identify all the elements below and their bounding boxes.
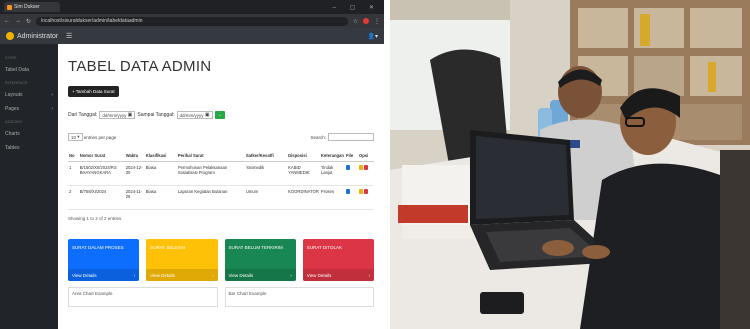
card-footer[interactable]: View Details › <box>224 269 296 281</box>
to-date-input[interactable]: dd/mm/yyyy ▣ <box>176 111 213 119</box>
edit-icon[interactable] <box>358 189 363 194</box>
sidebar-item-tabel-data[interactable]: Tabel Data <box>0 63 58 77</box>
top-navbar: Administrator ☰ 👤▾ <box>0 28 384 44</box>
chart-cards: Area Chart Example Bar Chart Example <box>68 287 374 307</box>
card-in-process[interactable]: SURAT DALAM PROSES View Details › <box>68 239 140 281</box>
delete-icon[interactable] <box>363 189 368 194</box>
sidebar-item-charts[interactable]: Charts <box>0 127 58 141</box>
calendar-icon: ▣ <box>204 112 210 118</box>
sidebar-item-tables[interactable]: Tables <box>0 141 58 155</box>
edit-icon[interactable] <box>358 165 363 170</box>
bar-chart-card: Bar Chart Example <box>224 287 374 307</box>
table-row: 2 B/758/XI/2024 2024-11-26 Biasa Laporan… <box>68 185 374 210</box>
card-footer[interactable]: View Details › <box>146 269 218 281</box>
back-icon[interactable]: ← <box>4 18 10 24</box>
user-icon[interactable]: 👤▾ <box>368 33 378 40</box>
card-title: SURAT DALAM PROSES <box>72 245 124 250</box>
hamburger-icon[interactable]: ☰ <box>66 32 72 40</box>
card-footer[interactable]: View Details › <box>68 269 140 281</box>
card-title: SURAT BELUM TERKIRIM <box>228 245 283 250</box>
menu-icon[interactable]: ⋮ <box>374 18 380 25</box>
table-controls: 10 ▾ entries per page Search: <box>68 133 374 141</box>
col-header[interactable]: No <box>68 150 79 162</box>
sidebar-item-layouts[interactable]: Layouts › <box>0 88 58 102</box>
sidebar-item-pages[interactable]: Pages › <box>0 102 58 116</box>
table-header-row: No Nomor Surat Waktu Klasifikasi Perihal… <box>68 150 374 162</box>
filter-go-button[interactable]: → <box>214 111 225 119</box>
from-date-input[interactable]: dd/mm/yyyy ▣ <box>99 111 136 119</box>
sidebar-heading: INTERFACE <box>5 80 28 85</box>
to-label: Sampai Tanggal: <box>137 112 175 118</box>
browser-address-row: ← → ↻ localhost/sisuratdukser/admin/tabe… <box>0 14 384 28</box>
from-label: Dari Tanggal: <box>68 112 98 118</box>
col-header[interactable]: Waktu <box>124 150 145 162</box>
main-content: TABEL DATA ADMIN + Tambah Data Surat Dar… <box>58 44 384 329</box>
entries-label: entries per page <box>83 134 117 140</box>
chevron-right-icon: › <box>212 272 214 278</box>
table-row: 1 B/1502/XII/2024/RS BHAYANGKARA 2024-12… <box>68 161 374 186</box>
col-header[interactable]: Klasifikasi <box>144 150 177 162</box>
add-letter-button[interactable]: + Tambah Data Surat <box>68 86 119 97</box>
collage: Sim Dukser – ▢ ✕ ← → ↻ localhost/sisurat… <box>0 0 750 329</box>
window-controls[interactable]: – ▢ ✕ <box>333 4 384 11</box>
card-rejected[interactable]: SURAT DITOLAK View Details › <box>302 239 374 281</box>
browser-tabbar: Sim Dukser – ▢ ✕ <box>0 0 384 14</box>
search-input[interactable] <box>328 133 374 141</box>
chevron-down-icon: › <box>51 106 53 112</box>
col-header[interactable]: Perihal Surat <box>176 150 245 162</box>
card-footer[interactable]: View Details › <box>302 269 374 281</box>
col-header[interactable]: Satker/Kesatfi <box>244 150 288 162</box>
sidebar-heading: CORE <box>5 55 17 60</box>
card-title: SURAT DITOLAK <box>306 245 343 250</box>
card-not-sent[interactable]: SURAT BELUM TERKIRIM View Details › <box>224 239 296 281</box>
forward-icon[interactable]: → <box>15 18 21 24</box>
area-chart-card: Area Chart Example <box>68 287 218 307</box>
address-bar[interactable]: localhost/sisuratdukser/admin/tabeldataa… <box>36 16 348 26</box>
chevron-right-icon: › <box>290 272 292 278</box>
star-icon[interactable]: ☆ <box>353 18 358 25</box>
col-header[interactable]: Nomor Surat <box>78 150 125 162</box>
admin-app: Administrator ☰ 👤▾ CORE Tabel Data INTER… <box>0 28 384 329</box>
favicon-icon <box>7 4 12 10</box>
page-title: TABEL DATA ADMIN <box>68 58 212 75</box>
date-filter: Dari Tanggal: dd/mm/yyyy ▣ Sampai Tangga… <box>68 111 374 119</box>
delete-icon[interactable] <box>363 165 368 170</box>
app-screenshot-panel: Sim Dukser – ▢ ✕ ← → ↻ localhost/sisurat… <box>0 0 384 329</box>
url-text: localhost/sisuratdukser/admin/tabeldataa… <box>41 18 143 24</box>
profile-icon[interactable] <box>363 18 369 24</box>
col-header[interactable]: File <box>344 150 358 162</box>
col-header[interactable]: Disposisi <box>287 150 320 162</box>
status-cards: SURAT DALAM PROSES View Details › SURAT S… <box>68 239 374 281</box>
sidebar-heading: ADDONS <box>5 119 23 124</box>
card-completed[interactable]: SURAT SELESAI View Details › <box>146 239 218 281</box>
chevron-down-icon: › <box>51 92 53 98</box>
table-info: Showing 1 to 2 of 2 entries <box>68 216 122 221</box>
sidebar: CORE Tabel Data INTERFACE Layouts › Pages… <box>0 44 58 329</box>
office-photo-illustration <box>390 0 750 329</box>
calendar-icon: ▣ <box>127 112 133 118</box>
tab-title: Sim Dukser <box>14 4 40 10</box>
card-title: SURAT SELESAI <box>150 245 186 250</box>
col-header[interactable]: Keterangan <box>319 150 345 162</box>
office-photo <box>390 0 750 329</box>
col-header[interactable]: Opsi <box>357 150 374 162</box>
search-label: Search: <box>310 134 326 140</box>
logo-icon <box>6 32 14 40</box>
browser-tab[interactable]: Sim Dukser <box>4 2 60 12</box>
chevron-right-icon: › <box>133 272 136 278</box>
file-icon[interactable] <box>345 189 350 194</box>
entries-select[interactable]: 10 ▾ <box>68 133 83 141</box>
file-icon[interactable] <box>345 165 350 170</box>
reload-icon[interactable]: ↻ <box>26 18 31 25</box>
table-search: Search: <box>310 133 374 141</box>
chevron-right-icon: › <box>368 272 371 278</box>
brand[interactable]: Administrator <box>6 32 60 40</box>
brand-name: Administrator <box>17 32 59 40</box>
letters-table: No Nomor Surat Waktu Klasifikasi Perihal… <box>68 150 374 210</box>
